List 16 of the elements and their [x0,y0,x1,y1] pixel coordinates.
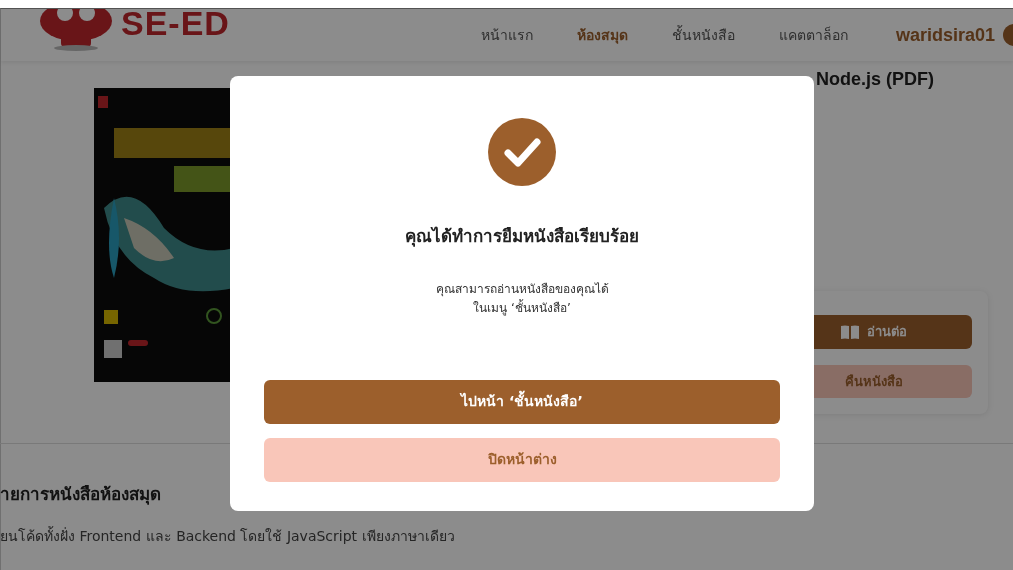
check-icon [488,118,556,186]
dialog-title: คุณได้ทำการยืมหนังสือเรียบร้อย [405,225,639,249]
dialog-message: คุณสามารถอ่านหนังสือของคุณได้ [435,280,609,299]
nav-link[interactable]: ชั้นหนังสือ [671,24,735,46]
close-button[interactable]: ปิดหน้าต่าง [264,437,780,482]
go-to-bookshelf-button[interactable]: ไปหน้า ‘ชั้นหนังสือ’ [264,379,780,424]
username[interactable]: waridsira01 [895,21,995,49]
nav-link[interactable]: หน้าแรก [480,24,533,46]
section-heading: ายการหนังสือห้องสมุด [0,483,161,507]
book-title: Node.js (PDF) [816,68,934,91]
nav-link[interactable]: ห้องสมุด [576,24,628,46]
dialog-message: ในเมนู ‘ชั้นหนังสือ’ [472,298,572,318]
book-description: ยนโค้ดทั้งฝั่ง Frontend และ Backend โดยใช้ JavaScript เพียงภาษาเดียว [0,526,455,546]
nav-link[interactable]: แคตตาล็อก [778,24,848,46]
book-icon [841,324,859,339]
logo-text[interactable]: SE-ED [121,9,230,43]
